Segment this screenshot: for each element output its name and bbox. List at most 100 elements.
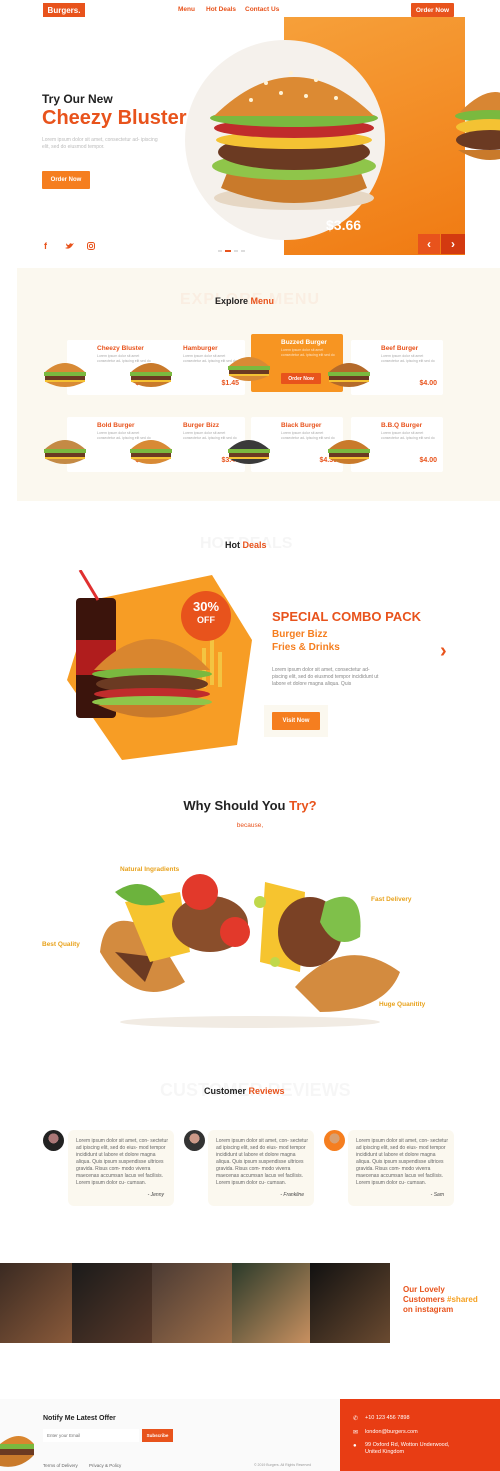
menu-card-name: Buzzed Burger <box>281 339 327 346</box>
logo[interactable]: Burgers. <box>43 3 85 17</box>
slider-dot[interactable] <box>241 250 245 252</box>
burger-thumbnail <box>44 363 86 387</box>
avatar <box>324 1130 345 1151</box>
burger-thumbnail <box>228 357 270 381</box>
combo-subtitle-2: Fries & Drinks <box>272 642 340 653</box>
menu-card-name: Hamburger <box>183 345 218 352</box>
slider-dot[interactable] <box>218 250 222 252</box>
hero-kicker: Try Our New <box>42 92 113 106</box>
feature-best-quality: Best Quality <box>42 941 80 948</box>
nav-hot-deals[interactable]: Hot Deals <box>206 6 236 13</box>
instagram-photo[interactable] <box>232 1263 310 1343</box>
nav-contact-us[interactable]: Contact Us <box>245 6 279 13</box>
footer-burger-image <box>0 1436 34 1467</box>
review-card-3: Lorem ipsum dolor sit amet, con- sectetu… <box>348 1130 454 1206</box>
menu-card-name: Burger Bizz <box>183 422 220 429</box>
menu-card-price: $4.00 <box>419 457 437 464</box>
burger-thumbnail <box>328 440 370 464</box>
burger-thumbnail <box>328 363 370 387</box>
menu-card-price: $4.00 <box>419 380 437 387</box>
footer-link-privacy[interactable]: Privacy & Policy <box>89 1463 121 1468</box>
why-title-a: Why Should You <box>183 798 286 813</box>
avatar <box>43 1130 64 1151</box>
reviews-title-b: Reviews <box>248 1086 285 1096</box>
footer-address-2: United Kingdom <box>365 1449 405 1455</box>
hero-title-b: Bluster <box>117 107 187 129</box>
instagram-caption-line-1: Our Lovely <box>403 1285 445 1294</box>
header-phone[interactable]: +10 123 456 7898 <box>290 6 343 13</box>
review-text: Lorem ipsum dolor sit amet, con- sectetu… <box>216 1138 308 1186</box>
twitter-icon[interactable] <box>65 242 74 250</box>
burger-thumbnail <box>130 440 172 464</box>
hero-price: $3.66 <box>326 217 362 233</box>
instagram-photo[interactable] <box>0 1263 72 1343</box>
menu-card-name: Beef Burger <box>381 345 419 352</box>
menu-card-name: Black Burger <box>281 422 322 429</box>
instagram-photo[interactable] <box>310 1263 390 1343</box>
menu-card-desc: Lorem ipsum dolor sit amet consectetur a… <box>381 354 435 363</box>
subscribe-button[interactable]: Subscribe <box>142 1429 173 1442</box>
review-text: Lorem ipsum dolor sit amet, con- sectetu… <box>356 1138 448 1186</box>
reviews-title: Customer Reviews <box>204 1086 285 1096</box>
hero-burger-image <box>210 71 378 210</box>
menu-card-name: B.B.Q Burger <box>381 422 423 429</box>
phone-icon: ✆ <box>353 1416 359 1422</box>
burger-thumbnail <box>130 363 172 387</box>
feature-huge-quantity: Huge Quanitity <box>379 1001 426 1008</box>
copyright: © 2019 Burgers. All Rights Reserved <box>254 1463 312 1467</box>
discount-percent: 30% <box>192 599 220 614</box>
slider-dot[interactable] <box>234 250 238 252</box>
discount-off: OFF <box>197 615 215 625</box>
hero-description: Lorem ipsum dolor sit amet, consectetur … <box>42 137 158 150</box>
chevron-right-icon[interactable]: › <box>441 234 465 254</box>
burger-thumbnail <box>228 440 270 464</box>
facebook-icon[interactable]: f <box>44 241 47 251</box>
feature-natural-ingredients: Natural Ingradients <box>120 866 180 873</box>
hero-burger-next-image <box>455 92 500 160</box>
deals-next-icon[interactable]: › <box>440 640 447 663</box>
menu-title-a: Explore <box>215 296 249 306</box>
why-title: Why Should You Try? <box>0 798 500 813</box>
instagram-hashtag: #shared <box>447 1295 478 1304</box>
burger-thumbnail <box>44 440 86 464</box>
hero-title: Cheezy Bluster <box>42 107 187 130</box>
visit-now-button[interactable]: Visit Now <box>272 712 320 730</box>
notify-title: Notify Me Latest Offer <box>43 1415 116 1422</box>
instagram-caption-line-2: Customers <box>403 1295 445 1304</box>
footer-phone: +10 123 456 7898 <box>365 1415 410 1421</box>
hero-order-button[interactable]: Order Now <box>42 171 90 189</box>
menu-card-name: Bold Burger <box>97 422 135 429</box>
footer-contact-panel <box>340 1399 500 1471</box>
combo-description: Lorem ipsum dolor sit amet, consectetur … <box>272 667 379 687</box>
instagram-photo[interactable] <box>72 1263 152 1343</box>
avatar <box>184 1130 205 1151</box>
review-author: - Frankline <box>280 1192 304 1198</box>
why-subtitle: because, <box>236 822 264 829</box>
exploded-burger-image <box>100 874 400 1028</box>
hero-title-a: Cheezy <box>42 107 113 129</box>
review-card-1: Lorem ipsum dolor sit amet, con- sectetu… <box>68 1130 174 1206</box>
header-order-button[interactable]: Order Now <box>411 3 454 17</box>
menu-card-name: Cheezy Bluster <box>97 345 144 352</box>
slider-dot-active[interactable] <box>225 250 231 252</box>
instagram-caption: Our Lovely Customers #shared on instagra… <box>403 1285 478 1315</box>
footer-address-1: 99 Oxford Rd, Wotton Underwood, <box>365 1442 450 1448</box>
menu-card-desc: Lorem ipsum dolor sit amet consectetur a… <box>381 431 435 440</box>
combo-subtitle-1: Burger Bizz <box>272 629 328 640</box>
email-input[interactable] <box>43 1429 139 1442</box>
mail-icon: ✉ <box>353 1430 359 1436</box>
nav-menu[interactable]: Menu <box>178 6 195 13</box>
review-author: - Sam <box>430 1192 444 1198</box>
deals-title-a: Hot <box>225 540 240 550</box>
chevron-left-icon[interactable]: ‹ <box>418 234 440 254</box>
menu-order-button[interactable]: Order Now <box>281 373 321 384</box>
review-text: Lorem ipsum dolor sit amet, con- sectetu… <box>76 1138 168 1186</box>
menu-title-b: Menu <box>250 296 275 306</box>
instagram-icon[interactable] <box>87 242 95 250</box>
footer-email[interactable]: london@burgers.com <box>365 1429 418 1436</box>
footer-link-terms[interactable]: Terms of Delivery <box>43 1463 78 1468</box>
why-title-b: Try? <box>289 798 317 813</box>
review-card-2: Lorem ipsum dolor sit amet, con- sectetu… <box>208 1130 314 1206</box>
reviews-title-a: Customer <box>204 1086 247 1096</box>
instagram-photo[interactable] <box>152 1263 232 1343</box>
